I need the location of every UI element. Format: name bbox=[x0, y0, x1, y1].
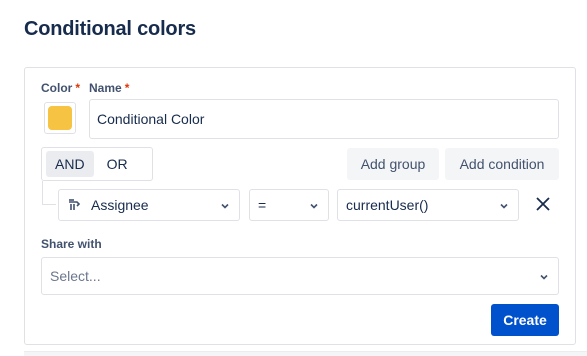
color-label: Color * bbox=[41, 81, 81, 95]
add-condition-button[interactable]: Add condition bbox=[445, 148, 559, 180]
value-select[interactable]: currentUser() bbox=[337, 189, 519, 221]
field-select[interactable]: Assignee bbox=[58, 189, 240, 221]
logic-toggle: AND OR bbox=[41, 147, 153, 181]
chevron-down-icon bbox=[538, 270, 550, 282]
add-group-button[interactable]: Add group bbox=[347, 148, 439, 180]
share-with-placeholder: Select... bbox=[50, 268, 101, 284]
or-button[interactable]: OR bbox=[98, 151, 137, 177]
group-connector bbox=[42, 181, 56, 205]
operator-select[interactable]: = bbox=[249, 189, 329, 221]
name-label: Name * bbox=[89, 81, 130, 95]
remove-condition-button[interactable] bbox=[531, 194, 555, 218]
required-marker: * bbox=[124, 81, 130, 95]
value-select-value: currentUser() bbox=[346, 197, 429, 213]
create-button[interactable]: Create bbox=[491, 304, 559, 336]
page-title: Conditional colors bbox=[24, 18, 196, 40]
and-button[interactable]: AND bbox=[46, 151, 94, 177]
color-swatch bbox=[48, 106, 72, 130]
color-picker-button[interactable] bbox=[44, 102, 76, 134]
field-select-value: Assignee bbox=[91, 197, 149, 213]
required-marker: * bbox=[75, 81, 81, 95]
share-with-select[interactable]: Select... bbox=[41, 257, 559, 295]
name-input[interactable] bbox=[89, 99, 559, 139]
chevron-down-icon bbox=[308, 199, 320, 211]
divider bbox=[24, 351, 587, 356]
chevron-down-icon bbox=[498, 199, 510, 211]
assignee-field-icon bbox=[67, 198, 81, 212]
share-with-label: Share with bbox=[41, 237, 102, 251]
operator-select-value: = bbox=[258, 197, 267, 213]
close-icon bbox=[535, 196, 551, 217]
chevron-down-icon bbox=[219, 199, 231, 211]
